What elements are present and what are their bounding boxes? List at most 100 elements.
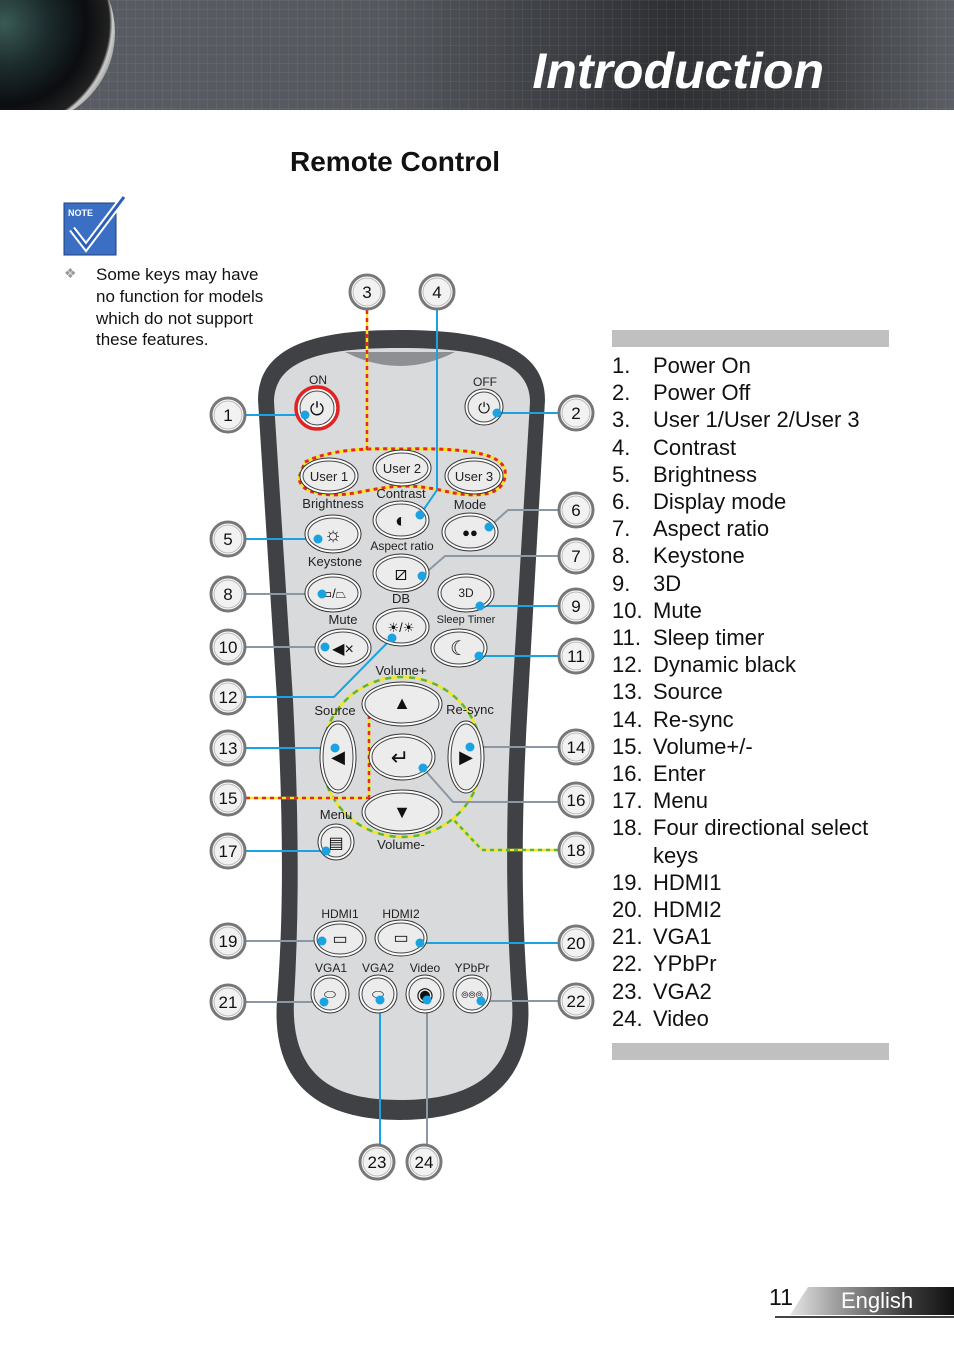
label-user3: User 3 [455,469,493,484]
legend-item: 6. Display mode [612,488,902,515]
power-icon: ⏻ [310,399,324,419]
label-video: Video [410,961,441,975]
legend-label: Source [653,679,723,705]
callout-24: 24 [405,1143,443,1181]
callout-number: 10 [219,638,238,657]
leader-dot [375,995,385,1005]
callout-6: 6 [557,491,595,529]
legend-label: 3D [653,570,682,596]
legend-item: 15. Volume+/- [612,733,902,760]
label-hdmi1: HDMI1 [321,907,359,921]
legend-number: 23. [612,978,643,1004]
legend-label: User 1/User 2/User 3 [653,407,860,433]
leader-dot [492,408,502,418]
label-brightness: Brightness [302,496,364,511]
leader-dot [317,589,327,599]
callout-number: 16 [567,791,586,810]
legend-label: Mute [653,597,702,623]
label-hdmi2: HDMI2 [382,907,420,921]
callout-number: 23 [368,1153,387,1172]
legend-item: 1. Power On [612,352,902,379]
power-icon: ⏻ [478,400,490,417]
up-arrow-icon: ▲ [393,693,411,713]
label-vga1: VGA1 [315,961,347,975]
sun-icon: ☼ [324,524,342,546]
label-contrast: Contrast [376,486,426,501]
label-keystone: Keystone [308,554,362,569]
label-user2: User 2 [383,461,421,476]
down-arrow-icon: ▼ [393,802,411,822]
label-db: DB [392,591,410,606]
legend-number: 22. [612,951,643,977]
callout-number: 21 [219,993,238,1012]
callout-11: 11 [557,637,595,675]
callout-21: 21 [209,983,247,1021]
legend-label: Aspect ratio [653,516,770,542]
hdmi-port-icon: ▭ [332,931,347,948]
callout-13: 13 [209,729,247,767]
contrast-icon: ◐ [395,510,407,532]
callout-number: 7 [571,547,580,566]
legend-number: 5. [612,461,631,487]
legend-number: 9. [612,570,631,596]
legend-item: 9. 3D [612,570,902,597]
leader-dot [330,743,340,753]
callout-8: 8 [209,575,247,613]
callout-number: 8 [223,585,232,604]
legend-label: Re-sync [653,706,734,732]
callout-number: 15 [219,789,238,808]
callout-number: 18 [567,841,586,860]
callout-number: 2 [571,404,580,423]
legend-item: 11. Sleep timer [612,624,902,651]
label-user1: User 1 [310,469,348,484]
legend-label: VGA1 [653,924,712,950]
label-off: OFF [473,375,497,389]
legend-number: 12. [612,652,643,678]
callout-number: 3 [362,283,371,302]
sleep-icon: ☾ [450,638,468,660]
callout-14: 14 [557,728,595,766]
label-source: Source [314,703,355,718]
legend-label: Menu [653,788,709,814]
legend-label: Contrast [653,434,737,460]
legend-label: Brightness [653,461,757,487]
legend-label: Enter [653,761,706,787]
footer-rule [775,1316,954,1318]
legend-item: 22. YPbPr [612,950,902,977]
legend-item: 21. VGA1 [612,923,902,950]
legend-item: 24. Video [612,1005,902,1032]
callout-number: 6 [571,501,580,520]
callout-7: 7 [557,537,595,575]
leader-dot [465,742,475,752]
legend-item: 10. Mute [612,597,902,624]
leader-dot [313,534,323,544]
dynamic-black-icon: ☀/☀ [388,620,415,635]
callout-number: 13 [219,739,238,758]
legend-label: Power Off [653,380,751,406]
callout-9: 9 [557,587,595,625]
callout-number: 24 [415,1153,434,1172]
leader-dot [321,846,331,856]
callout-number: 4 [432,283,441,302]
callout-5: 5 [209,520,247,558]
page-number: 11 [769,1284,793,1310]
callout-16: 16 [557,781,595,819]
leader-dot [415,938,425,948]
callout-number: 19 [219,932,238,951]
list-top-divider [612,330,889,347]
callout-4: 4 [418,273,456,311]
legend-item: 4. Contrast [612,434,902,461]
callout-20: 20 [557,924,595,962]
legend-item: 8. Keystone [612,542,902,569]
callout-22: 22 [557,982,595,1020]
callout-number: 5 [223,530,232,549]
label-volume-down: Volume- [377,837,425,852]
leader-dot [415,510,425,520]
mode-icon: ●● [462,525,478,540]
aspect-ratio-icon: ⧄ [395,563,408,585]
enter-icon: ↵ [391,745,409,770]
label-resync: Re-sync [446,702,494,717]
label-on: ON [309,373,327,387]
legend-number: 4. [612,434,631,460]
legend-number: 21. [612,924,643,950]
